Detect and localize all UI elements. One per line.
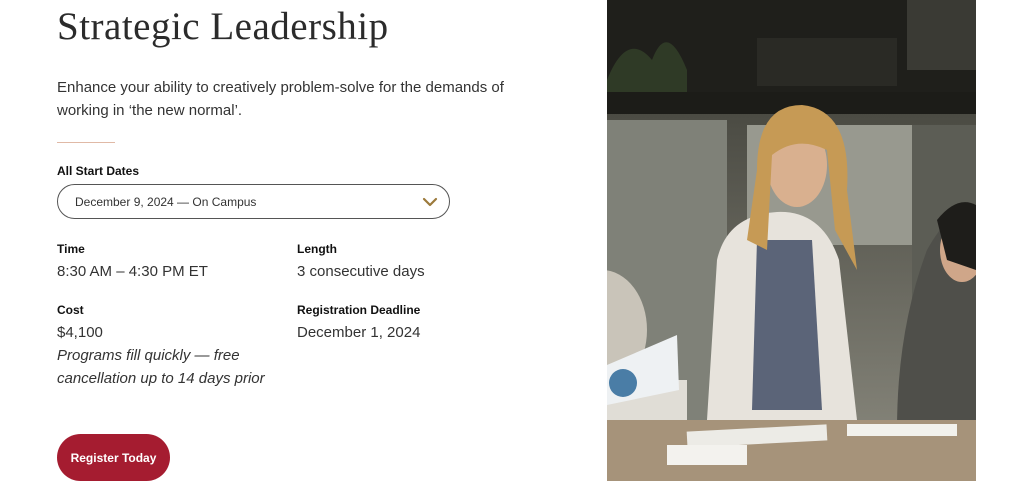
photo-illustration (607, 0, 976, 481)
start-date-select[interactable]: December 9, 2024 — On Campus (57, 184, 450, 219)
cost-value: $4,100 (57, 324, 103, 341)
chevron-down-icon (422, 197, 438, 207)
cancellation-note: Programs fill quickly — free cancellatio… (57, 347, 265, 387)
deadline-label: Registration Deadline (297, 303, 421, 317)
time-value: 8:30 AM – 4:30 PM ET (57, 263, 208, 280)
start-date-value: December 9, 2024 — On Campus (75, 195, 257, 209)
divider (57, 142, 115, 143)
length-value: 3 consecutive days (297, 263, 425, 280)
hero-photo (607, 0, 976, 481)
start-dates-label: All Start Dates (57, 164, 140, 178)
cost-label: Cost (57, 303, 84, 317)
course-description: Enhance your ability to creatively probl… (57, 79, 504, 119)
time-label: Time (57, 242, 85, 256)
page-title: Strategic Leadership (57, 5, 389, 48)
register-button[interactable]: Register Today (57, 434, 170, 481)
length-label: Length (297, 242, 337, 256)
deadline-value: December 1, 2024 (297, 324, 421, 341)
